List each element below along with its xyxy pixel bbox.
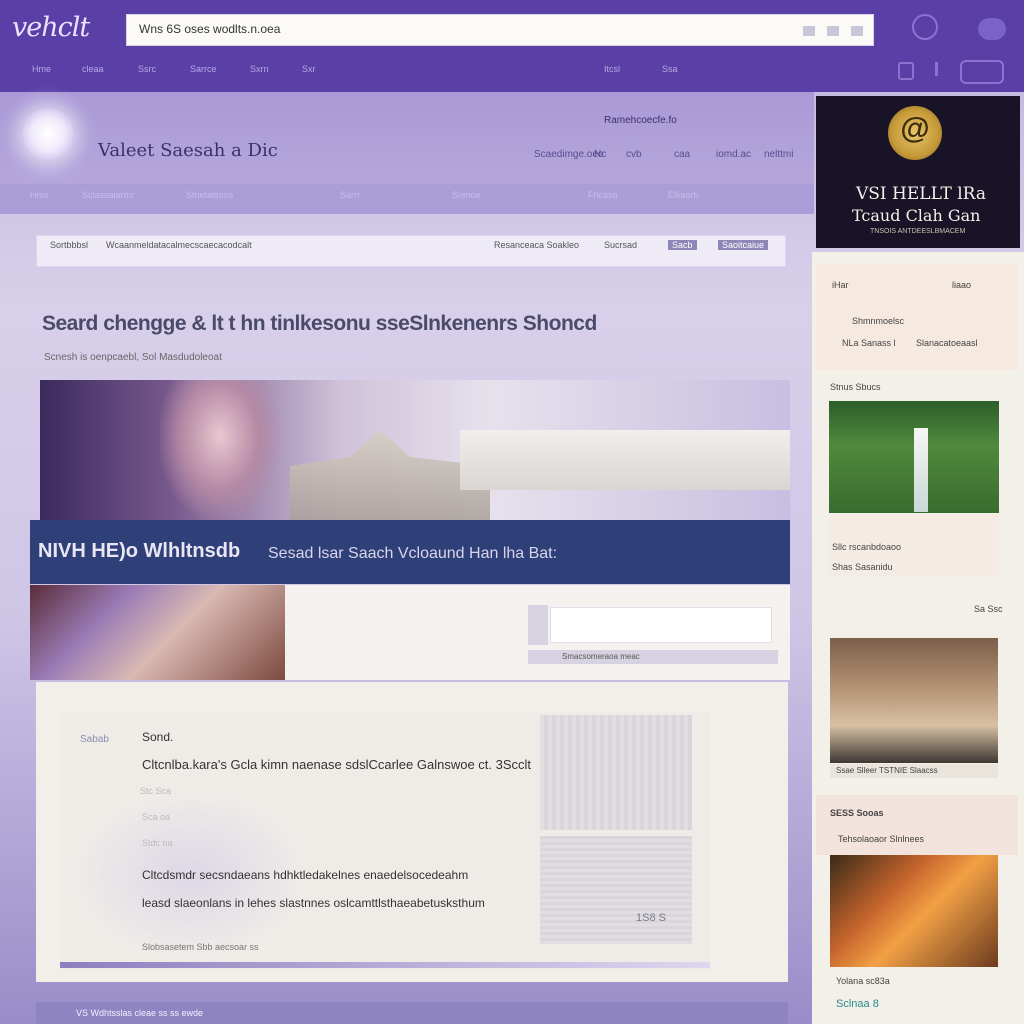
brand-logo[interactable]: vehclt: [12, 12, 90, 43]
widget-item[interactable]: liaao: [952, 280, 971, 290]
article-meta: Stc Sca: [140, 786, 172, 796]
hero-overlay: [460, 430, 790, 490]
secondary-nav-item[interactable]: Snmoe: [452, 190, 481, 200]
article-label: Sond.: [142, 730, 174, 744]
nav-item[interactable]: Sxr: [302, 64, 316, 74]
sidebar-image[interactable]: [830, 638, 998, 763]
search-option-icon[interactable]: [827, 26, 839, 36]
info-icon[interactable]: [935, 62, 938, 76]
widget-title: SESS Sooas: [830, 808, 884, 818]
breadcrumb-item[interactable]: Resanceaca Soakleo: [494, 240, 579, 250]
search-input[interactable]: [139, 22, 739, 36]
feature-thumbnail[interactable]: [30, 585, 285, 680]
breadcrumb-item[interactable]: Sortbbbsl: [50, 240, 88, 250]
article-text: leasd slaeonlans in lehes slastnnes oslc…: [142, 896, 485, 910]
sidebar-caption[interactable]: Sllc rscanbdoaoo: [832, 542, 901, 552]
bookmark-icon[interactable]: [898, 62, 914, 80]
sidebar-section-label: Stnus Sbucs: [830, 382, 881, 392]
settings-icon[interactable]: [960, 60, 1004, 84]
sidebar-caption[interactable]: Yolana sc83a: [836, 976, 890, 986]
widget-item[interactable]: Slanacatoeaasl: [916, 338, 978, 348]
secondary-nav-item[interactable]: Hms: [30, 190, 49, 200]
article-tag[interactable]: Sabab: [80, 734, 109, 745]
breadcrumb-item[interactable]: Sucrsad: [604, 240, 637, 250]
nav-item[interactable]: Ssa: [662, 64, 678, 74]
subnav-item[interactable]: Nc: [594, 149, 606, 160]
banner-title: NIVH HE)o Wlhltnsdb: [38, 540, 241, 562]
input-footer-text: Smacsomeraoa meac: [562, 652, 640, 661]
widget-item[interactable]: Tehsolaoaor Slnlnees: [838, 834, 924, 844]
page-title: Seard chengge & lt t hn tinlkesonu sseSl…: [42, 312, 597, 335]
subnav-item[interactable]: cvb: [626, 149, 642, 160]
secondary-nav-item[interactable]: Elkaorb: [668, 190, 699, 200]
sidebar-caption[interactable]: Ssae Slleer TSTNIE Slaacss: [836, 766, 938, 775]
widget-item[interactable]: NLa Sanass l: [842, 338, 896, 348]
ad-title: VSI HELLT lRa: [856, 184, 986, 204]
image-caption: 1S8 S: [636, 912, 666, 924]
subscribe-input[interactable]: [550, 607, 772, 643]
article-image[interactable]: [540, 836, 692, 944]
hero-image[interactable]: [40, 380, 790, 520]
divider: [60, 962, 710, 968]
nav-item[interactable]: Sarrce: [190, 64, 217, 74]
secondary-nav-item[interactable]: Fhcaso: [588, 190, 618, 200]
sidebar-section-label: Sa Ssc: [974, 604, 1003, 614]
subnav-item[interactable]: caa: [674, 149, 690, 160]
ad-emblem-glyph: @: [900, 112, 930, 145]
article-image[interactable]: [540, 715, 692, 830]
site-logo[interactable]: [22, 108, 74, 160]
widget-item[interactable]: Shmnmoelsc: [852, 316, 904, 326]
ad-caption: TNSOIS ANTDEESLBMACEM: [870, 228, 966, 235]
sidebar-caption[interactable]: Shas Sasanidu: [832, 562, 893, 572]
filter-button[interactable]: Sacb: [668, 240, 697, 250]
nav-item[interactable]: Sxrn: [250, 64, 269, 74]
site-title: Valeet Saesah a Dic: [98, 140, 278, 161]
article-meta: Sca oa: [142, 812, 171, 822]
subnav-item[interactable]: iomd.ac: [716, 149, 751, 160]
subnav-item[interactable]: nelttmi: [764, 149, 793, 160]
page-subtitle: Scnesh is oenpcaebl, Sol Masdudoleoat: [44, 352, 222, 363]
sidebar-caption[interactable]: Sclnaa 8: [836, 998, 879, 1010]
search-option-icon[interactable]: [851, 26, 863, 36]
search-bar[interactable]: [126, 14, 874, 46]
menu-icon[interactable]: [978, 18, 1006, 40]
secondary-nav-item[interactable]: Sarrr: [340, 190, 360, 200]
sort-button[interactable]: Saoitcaiue: [718, 240, 769, 250]
article-footer[interactable]: Slobsasetem Sbb aecsoar ss: [142, 942, 259, 952]
article-text: Cltcdsmdr secsndaeans hdhktledakelnes en…: [142, 868, 469, 882]
footer-text[interactable]: VS Wdhtsslas cleae ss ss ewde: [76, 1008, 203, 1018]
nav-item[interactable]: cleaa: [82, 64, 104, 74]
sidebar-image[interactable]: [830, 855, 998, 967]
nav-item[interactable]: Hme: [32, 64, 51, 74]
hero-figure: [160, 380, 280, 520]
banner-text: Sesad lsar Saach Vcloaund Han lha Bat:: [268, 545, 558, 562]
secondary-nav-item[interactable]: Stnetalsoso: [186, 190, 233, 200]
sidebar-widget: [816, 795, 1018, 855]
waterfall: [914, 428, 928, 512]
secondary-nav-item[interactable]: Sclassaiarmr: [82, 190, 134, 200]
input-prefix: [528, 605, 548, 645]
account-icon[interactable]: [912, 14, 938, 40]
search-option-icon[interactable]: [803, 26, 815, 36]
header-label[interactable]: Ramehcoecfe.fo: [604, 115, 677, 126]
ad-subtitle: Tcaud Clah Gan: [852, 206, 981, 225]
article-meta: Stdc oa: [142, 838, 173, 848]
nav-item[interactable]: Itcsl: [604, 64, 620, 74]
widget-item[interactable]: iHar: [832, 280, 849, 290]
nav-item[interactable]: Ssrc: [138, 64, 156, 74]
breadcrumb-item[interactable]: Wcaanmeldatacalmecscaecacodcalt: [106, 240, 252, 250]
article-text: Cltcnlba.kara's Gcla kimn naenase sdslCc…: [142, 757, 532, 772]
